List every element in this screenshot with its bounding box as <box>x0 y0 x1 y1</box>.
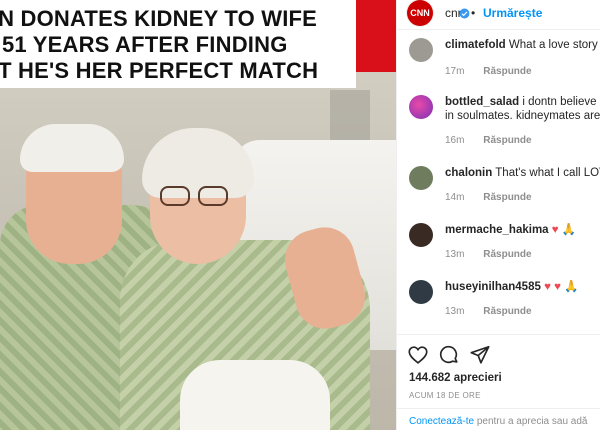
headline-box: AN DONATES KIDNEY TO WIFE F 51 YEARS AFT… <box>0 0 356 88</box>
comment-meta: 13m Răspunde <box>445 306 532 317</box>
comment-avatar[interactable] <box>409 280 433 304</box>
comment-time[interactable]: 14m <box>445 192 464 203</box>
cnn-logo-text: CNN <box>410 8 430 18</box>
comment-meta: 14m Răspunde <box>445 192 532 203</box>
comment-text: That's what I call LOVE <box>495 167 600 179</box>
comment-time[interactable]: 16m <box>445 135 464 146</box>
reply-button[interactable]: Răspunde <box>483 135 531 146</box>
footer-divider <box>397 408 600 409</box>
headline-line-2: F 51 YEARS AFTER FINDING <box>0 32 288 57</box>
comment-username[interactable]: bottled_salad <box>445 96 519 108</box>
comment-username[interactable]: climatefold <box>445 39 506 51</box>
comment-meta: 17m Răspunde <box>445 66 532 77</box>
comment-bubble-icon[interactable] <box>438 344 460 366</box>
post-sidebar: CNN cnn • Urmărește climatefold What a l… <box>396 0 600 430</box>
follow-button[interactable]: Urmărește <box>483 6 542 20</box>
hearts-pray-emoji-icon: ♥ ♥ 🙏 <box>544 281 579 293</box>
headline-line-3: UT HE'S HER PERFECT MATCH <box>0 58 319 83</box>
comment-body: chalonin That's what I call LOVE <box>445 166 600 180</box>
login-prompt-text: pentru a aprecia sau adă <box>476 416 588 427</box>
heart-outline-icon[interactable] <box>407 344 429 366</box>
header-separator: • <box>471 6 476 20</box>
comment-avatar[interactable] <box>409 166 433 190</box>
blanket <box>180 360 330 430</box>
actions-divider <box>397 334 600 335</box>
post-image[interactable]: AN DONATES KIDNEY TO WIFE F 51 YEARS AFT… <box>0 0 396 430</box>
heart-pray-emoji-icon: ♥ 🙏 <box>551 224 577 236</box>
reply-button[interactable]: Răspunde <box>483 66 531 77</box>
verified-badge-icon <box>459 8 470 19</box>
comment-avatar[interactable] <box>409 38 433 62</box>
paper-plane-icon[interactable] <box>469 344 491 366</box>
comment-time[interactable]: 17m <box>445 66 464 77</box>
reply-button[interactable]: Răspunde <box>483 249 531 260</box>
glasses <box>160 186 230 208</box>
comment-body: climatefold What a love story ♥ <box>445 38 600 52</box>
login-prompt: Conectează-te pentru a aprecia sau adă <box>409 416 587 427</box>
comment-time[interactable]: 13m <box>445 249 464 260</box>
comment-avatar[interactable] <box>409 223 433 247</box>
comment-meta: 16m Răspunde <box>445 135 532 146</box>
post-header: CNN cnn • Urmărește <box>397 0 600 28</box>
comment-time[interactable]: 13m <box>445 306 464 317</box>
comment-username[interactable]: chalonin <box>445 167 492 179</box>
header-divider <box>397 29 600 30</box>
comment-meta: 13m Răspunde <box>445 249 532 260</box>
comment-username[interactable]: huseyinilhan4585 <box>445 281 541 293</box>
login-link[interactable]: Conectează-te <box>409 416 474 427</box>
comment-username[interactable]: mermache_hakima <box>445 224 549 236</box>
comment-body: bottled_salad i dontn believe in soulmat… <box>445 95 600 123</box>
post-timestamp[interactable]: ACUM 18 DE ORE <box>409 391 481 400</box>
likes-count[interactable]: 144.682 aprecieri <box>409 372 502 384</box>
comment-body: huseyinilhan4585 ♥ ♥ 🙏 <box>445 280 600 294</box>
comment-text: What a love story <box>508 39 598 51</box>
man-hair <box>20 124 124 172</box>
comment-avatar[interactable] <box>409 95 433 119</box>
comment-body: mermache_hakima ♥ 🙏 <box>445 223 600 237</box>
reply-button[interactable]: Răspunde <box>483 192 531 203</box>
headline-line-1: AN DONATES KIDNEY TO WIFE <box>0 6 318 31</box>
reply-button[interactable]: Răspunde <box>483 306 531 317</box>
cnn-avatar[interactable]: CNN <box>407 0 433 26</box>
